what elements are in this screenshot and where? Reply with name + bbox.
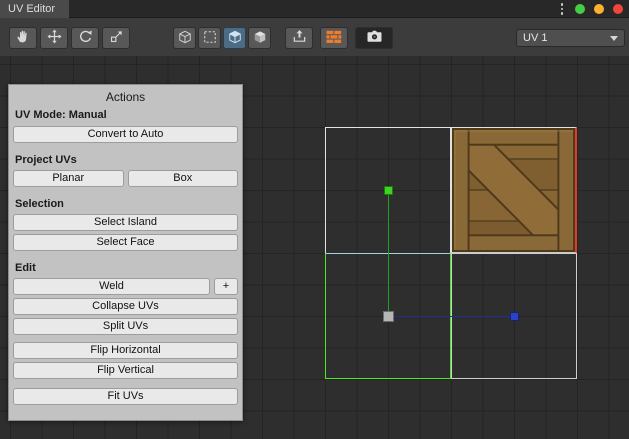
uv-channel-value: UV 1 [523,32,547,44]
render-uv-template-button[interactable] [355,27,393,49]
fit-uvs-button[interactable]: Fit UVs [13,388,238,405]
edit-label: Edit [15,262,236,274]
uv-editor-window: UV Editor [0,0,629,439]
face-mode-button[interactable] [223,27,246,49]
tool-group-transform [9,27,130,49]
cube-wire-icon [178,30,192,47]
weld-row: Weld + [13,278,238,295]
flip-horizontal-button[interactable]: Flip Horizontal [13,342,238,359]
box-button[interactable]: Box [128,170,239,187]
bricks-icon [326,30,342,47]
window-dot-yellow[interactable] [594,4,604,14]
weld-button[interactable]: Weld [13,278,210,295]
pan-tool-button[interactable] [9,27,37,49]
weld-options-button[interactable]: + [214,278,238,295]
texture-preview-button[interactable] [320,27,348,49]
titlebar: UV Editor [0,0,629,18]
collapse-uvs-button[interactable]: Collapse UVs [13,298,238,315]
split-uvs-button[interactable]: Split UVs [13,318,238,335]
window-dot-green[interactable] [575,4,585,14]
kebab-menu-icon[interactable] [558,1,566,17]
project-uvs-row: Planar Box [13,170,238,187]
object-mode-button[interactable] [173,27,196,49]
rotate-icon [78,29,93,47]
gizmo-y-handle[interactable] [384,186,393,195]
crate-texture [452,128,575,252]
actions-panel: Actions UV Mode: Manual Convert to Auto … [8,84,243,421]
uv-mode-label: UV Mode: Manual [13,109,238,126]
gizmo-y-axis [388,190,389,316]
selection-label: Selection [15,198,236,210]
flip-vertical-button[interactable]: Flip Vertical [13,362,238,379]
scale-icon [109,29,124,47]
move-icon [47,29,62,47]
tool-group-selection-mode [173,27,271,49]
tool-group-utilities [285,27,393,49]
hand-icon [16,29,31,47]
rotate-tool-button[interactable] [71,27,99,49]
window-tab-label: UV Editor [8,3,55,15]
cube-face-icon [228,30,242,47]
planar-button[interactable]: Planar [13,170,124,187]
gizmo-center-handle[interactable] [383,311,394,322]
scale-tool-button[interactable] [102,27,130,49]
uv-quad-crate-texture[interactable] [451,127,577,253]
export-uv-button[interactable] [285,27,313,49]
toolbar: UV 1 [0,18,629,56]
marquee-icon [203,30,217,47]
export-icon [292,29,307,47]
chevron-down-icon [610,36,618,41]
uv-channel-dropdown[interactable]: UV 1 [516,29,625,47]
shaded-mode-button[interactable] [248,27,271,49]
titlebar-controls [558,0,623,18]
panel-title: Actions [13,85,238,109]
window-dot-red[interactable] [613,4,623,14]
select-face-button[interactable]: Select Face [13,234,238,251]
project-uvs-label: Project UVs [15,154,236,166]
select-island-button[interactable]: Select Island [13,214,238,231]
camera-icon [366,29,383,47]
gizmo-x-handle[interactable] [510,312,519,321]
move-tool-button[interactable] [40,27,68,49]
cube-shaded-icon [253,30,267,47]
marquee-mode-button[interactable] [198,27,221,49]
window-tab[interactable]: UV Editor [0,0,69,18]
convert-to-auto-button[interactable]: Convert to Auto [13,126,238,143]
gizmo-x-axis [388,316,514,317]
